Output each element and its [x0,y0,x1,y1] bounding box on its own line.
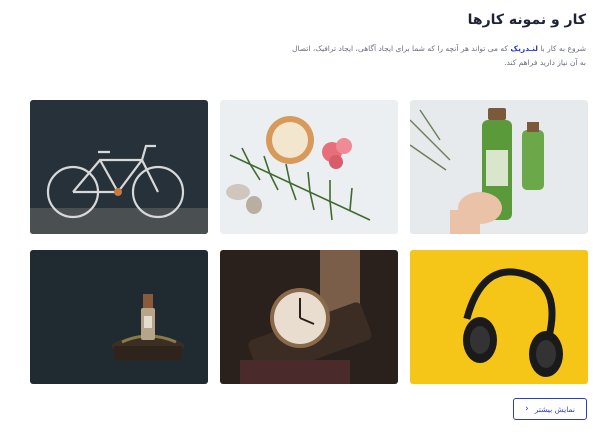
portfolio-item-headphones[interactable] [410,250,588,384]
chevron-left-icon: ‹ [525,403,529,414]
section-description: شروع به کار با لنـدریک که می تواند هر آن… [286,42,586,70]
headphones-image [410,250,588,384]
portfolio-item-perfume-bottle[interactable] [30,250,208,384]
portfolio-item-cosmetic-jar[interactable] [220,100,398,234]
green-bottles-image [410,100,588,234]
description-text-start: شروع به کار با [537,44,586,53]
cosmetic-jar-image [220,100,398,234]
portfolio-item-wrist-watch[interactable] [220,250,398,384]
portfolio-item-green-bottles[interactable] [410,100,588,234]
section-title: کار و نمونه کارها [467,12,586,28]
bicycle-image [30,100,208,234]
brand-name[interactable]: لنـدریک [510,44,538,53]
portfolio-gallery [0,100,602,384]
portfolio-item-bicycle[interactable] [30,100,208,234]
show-more-label: نمایش بیشتر [534,404,575,414]
show-more-button[interactable]: نمایش بیشتر ‹ [513,398,587,420]
wrist-watch-image [220,250,398,384]
perfume-bottle-image [30,250,208,384]
